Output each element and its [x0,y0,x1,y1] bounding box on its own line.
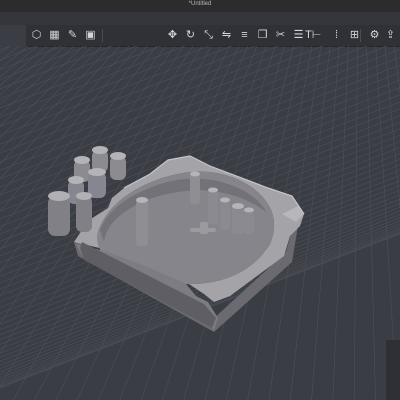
cut-icon[interactable]: ✂ [272,27,289,44]
window-title: *Untitled [188,1,212,7]
export-icon[interactable]: ⇪ [382,27,399,44]
pattern-icon[interactable]: ⁞ [328,27,345,44]
toolbar: ⬡ ▦ ✎ ▣ ✥ ↻ ⤡ ⇋ ≡ ❐ ✂ ☰ ⊢ T ⁞ ⊞ ⚙ ⇪ [26,25,400,47]
move-icon[interactable]: ✥ [164,27,181,44]
align-icon[interactable]: ≡ [236,27,253,44]
3d-viewport[interactable] [0,46,400,400]
group-icon[interactable]: ❐ [254,27,271,44]
image-icon[interactable]: ▣ [82,27,99,44]
grid-line [0,46,257,145]
grid-line [0,46,88,80]
viewport-edge-panel [386,340,400,400]
view-cube-icon[interactable]: ⬡ [28,27,45,44]
top-strip [0,12,400,34]
scale-icon[interactable]: ⤡ [200,27,217,44]
toolbar-separator [102,29,103,42]
text-icon[interactable]: T [300,27,317,44]
rotate-icon[interactable]: ↻ [182,27,199,44]
sketch-icon[interactable]: ✎ [64,27,81,44]
settings-icon[interactable]: ⚙ [366,27,383,44]
grid-line [0,46,233,136]
toolbar-separator [360,29,361,42]
mirror-icon[interactable]: ⇋ [218,27,235,44]
grid-icon[interactable]: ▦ [46,27,63,44]
